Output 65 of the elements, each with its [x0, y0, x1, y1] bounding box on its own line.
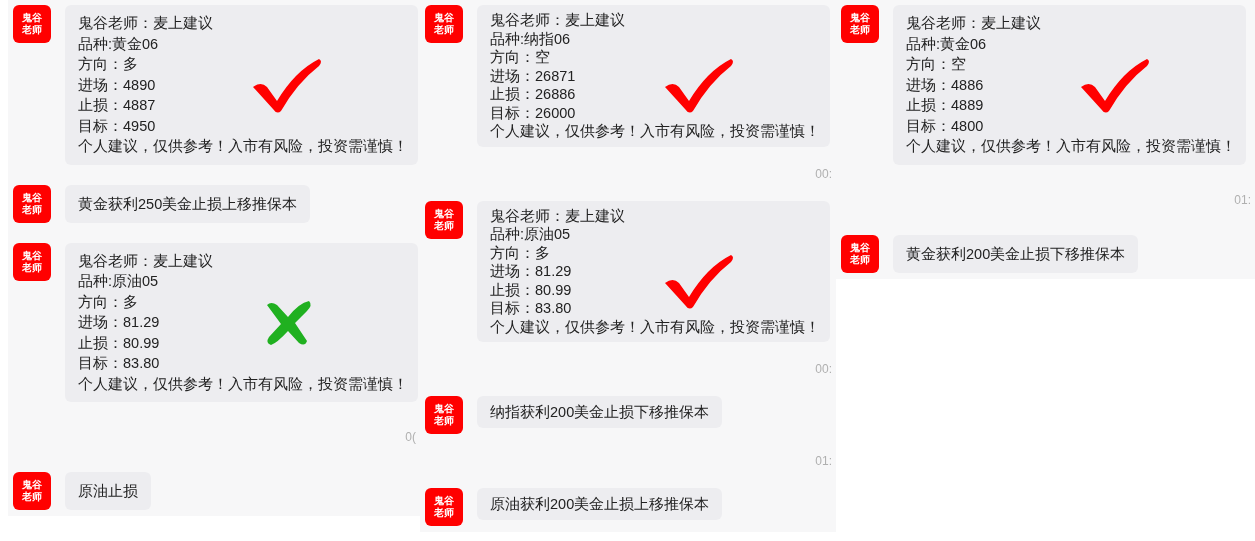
message-bubble: 黄金获利200美金止损下移推保本	[893, 234, 1139, 273]
message-line: 方向：多	[78, 55, 139, 74]
message-bubble: 纳指获利200美金止损下移推保本	[477, 396, 723, 428]
message-line: 鬼谷老师：麦上建议	[906, 14, 1042, 33]
message-line: 止损：80.99	[490, 280, 573, 299]
message-line: 止损：4889	[906, 96, 985, 115]
message-line: 鬼谷老师：麦上建议	[78, 251, 214, 271]
message-line: 个人建议，仅供参考！入市有风险，投资需谨慎！	[490, 317, 817, 336]
avatar-label: 老师	[434, 507, 454, 519]
message-line: 进场：81.29	[490, 262, 573, 281]
message-line: 止损：80.99	[78, 333, 161, 353]
message-line: 目标：83.80	[490, 299, 573, 318]
message-line: 品种:黄金06	[906, 34, 988, 54]
message-bubble: 原油获利200美金止损上移推保本	[477, 488, 723, 520]
avatar-label: 鬼谷	[850, 12, 870, 24]
avatar-label: 鬼谷	[22, 249, 42, 262]
message-line: 个人建议，仅供参考！入市有风险，投资需谨慎！	[78, 137, 405, 156]
message-line: 鬼谷老师：麦上建议	[490, 206, 626, 225]
avatar-label: 老师	[22, 491, 42, 503]
message-line: 目标：26000	[490, 103, 577, 122]
avatar-label: 老师	[434, 219, 454, 232]
avatar-label: 鬼谷	[434, 12, 454, 24]
message-line: 方向：多	[78, 292, 139, 312]
timestamp: 0(	[405, 429, 416, 446]
message-line: 方向：空	[490, 48, 551, 67]
avatar-label: 老师	[22, 261, 42, 274]
avatar-label: 老师	[434, 415, 454, 427]
avatar-label: 鬼谷	[850, 241, 870, 254]
message-line: 个人建议，仅供参考！入市有风险，投资需谨慎！	[906, 137, 1233, 156]
message-bubble: 原油止损	[65, 472, 151, 510]
avatar-label: 鬼谷	[434, 495, 454, 507]
message-line: 进场：26871	[490, 66, 577, 85]
avatar-label: 老师	[22, 24, 42, 36]
message-line: 进场：4886	[906, 75, 985, 95]
avatar-label: 鬼谷	[434, 207, 454, 220]
avatar-label: 老师	[850, 253, 870, 266]
message-line: 目标：4950	[78, 116, 157, 136]
avatar-label: 鬼谷	[22, 191, 42, 204]
message-line: 方向：空	[906, 55, 967, 74]
message-bubble: 黄金获利250美金止损上移推保本	[65, 184, 311, 223]
timestamp: 01:	[1234, 191, 1251, 209]
message-line: 目标：4800	[906, 116, 985, 136]
timestamp: 00:	[815, 165, 832, 183]
timestamp: 01:	[815, 453, 832, 470]
message-line: 品种:原油05	[78, 272, 160, 291]
avatar-label: 老师	[22, 203, 42, 216]
message-line: 鬼谷老师：麦上建议	[78, 14, 214, 33]
message-line: 目标：83.80	[78, 354, 161, 373]
message-line: 进场：81.29	[78, 313, 161, 332]
timestamp: 00:	[815, 361, 832, 378]
message-line: 个人建议，仅供参考！入市有风险，投资需谨慎！	[490, 122, 817, 141]
message-line: 品种:黄金06	[78, 34, 160, 54]
message-line: 鬼谷老师：麦上建议	[490, 11, 626, 30]
message-line: 方向：多	[490, 243, 551, 262]
avatar-label: 鬼谷	[22, 12, 42, 24]
message-line: 品种:原油05	[490, 225, 572, 244]
avatar-label: 鬼谷	[434, 403, 454, 415]
avatar-label: 老师	[434, 24, 454, 36]
message-line: 个人建议，仅供参考！入市有风险，投资需谨慎！	[78, 374, 405, 394]
avatar-label: 老师	[850, 24, 870, 36]
message-line: 止损：4887	[78, 96, 157, 115]
message-line: 品种:纳指06	[490, 29, 572, 48]
message-line: 止损：26886	[490, 85, 577, 104]
avatar-label: 鬼谷	[22, 479, 42, 491]
message-line: 进场：4890	[78, 75, 157, 95]
